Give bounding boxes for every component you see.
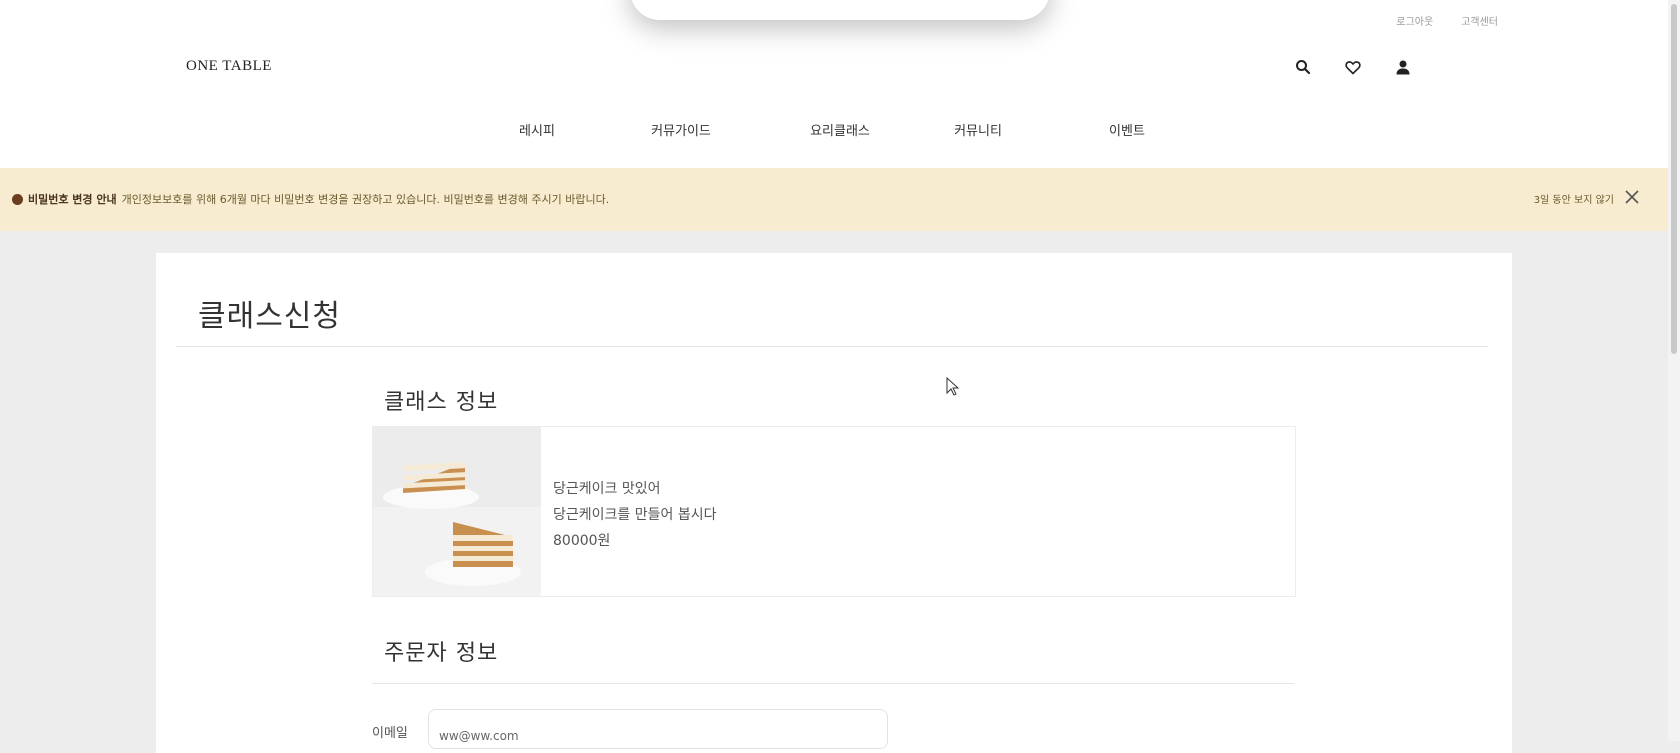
site-header: 로그아웃 고객센터 ONE TABLE 레시피 커뮤가이드 요리클래스 커뮤니티… [0,0,1668,168]
notice-message: 개인정보보호를 위해 6개월 마다 비밀번호 변경을 권장하고 있습니다. 비밀… [121,193,610,206]
notice-message-row: 비밀번호 변경 안내 개인정보보호를 위해 6개월 마다 비밀번호 변경을 권장… [12,191,609,207]
class-application-card: 클래스신청 클래스 정보 당근케이크 맛있어 당근케이크를 만들어 봅시다 80… [156,253,1512,753]
mouse-cursor-icon [946,376,960,401]
password-notice-banner: 비밀번호 변경 안내 개인정보보호를 위해 6개월 마다 비밀번호 변경을 권장… [0,168,1668,231]
user-icon[interactable] [1392,56,1414,78]
orderer-info-heading: 주문자 정보 [384,641,499,666]
nav-item-cooking-class[interactable]: 요리클래스 [810,120,870,139]
class-info-heading: 클래스 정보 [384,390,499,415]
scrollbar-thumb[interactable] [1671,4,1677,354]
class-info-box: 당근케이크 맛있어 당근케이크를 만들어 봅시다 80000원 [372,426,1296,597]
notice-actions: 3일 동안 보지 않기 [1534,189,1640,208]
nav-item-event[interactable]: 이벤트 [1109,120,1145,139]
class-info-text: 당근케이크 맛있어 당근케이크를 만들어 봅시다 80000원 [553,476,716,554]
notice-title: 비밀번호 변경 안내 [28,193,117,206]
email-field[interactable] [428,709,888,749]
utility-links: 로그아웃 고객센터 [1396,13,1498,28]
class-price: 80000원 [553,533,611,549]
page-scrollbar[interactable] [1668,0,1680,741]
logout-link[interactable]: 로그아웃 [1396,13,1433,28]
email-label: 이메일 [372,726,408,741]
site-logo[interactable]: ONE TABLE [186,58,272,75]
search-icon[interactable] [1292,56,1314,78]
class-name: 당근케이크 맛있어 [553,481,661,497]
nav-item-community[interactable]: 커뮤니티 [954,120,1002,139]
orderer-divider [372,683,1294,684]
notice-dot-icon [12,193,23,205]
floating-popup-edge [630,0,1050,20]
title-divider [176,346,1488,347]
page-title: 클래스신청 [198,299,341,334]
header-icons [1292,56,1414,78]
nav-item-recipe[interactable]: 레시피 [519,120,555,139]
carrot-cake-image [373,427,541,596]
nav-item-guide[interactable]: 커뮤가이드 [651,120,711,139]
dismiss-3days-link[interactable]: 3일 동안 보지 않기 [1534,191,1614,206]
heart-icon[interactable] [1342,56,1364,78]
close-icon[interactable] [1624,189,1640,208]
class-description: 당근케이크를 만들어 봅시다 [553,507,717,523]
customer-center-link[interactable]: 고객센터 [1461,13,1498,28]
